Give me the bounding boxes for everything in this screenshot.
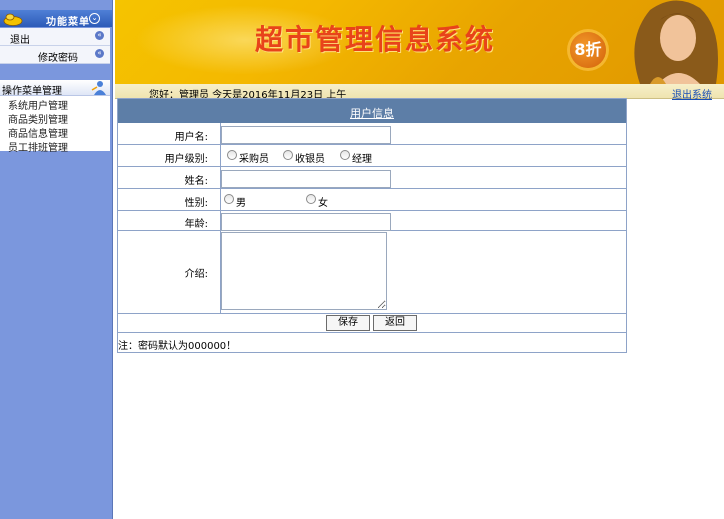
age-label: 年龄: <box>184 219 208 230</box>
sidebar-item-logout[interactable]: 退出 « <box>0 28 110 46</box>
radio-label-purchaser: 采购员 <box>239 154 269 165</box>
userlevel-label-cell: 用户级别: <box>118 145 221 166</box>
ops-menu-header[interactable]: 操作菜单管理 <box>0 80 110 97</box>
ops-menu-list: 系统用户管理 商品类别管理 商品信息管理 员工排班管理 <box>0 96 110 154</box>
save-button[interactable]: 保存 <box>326 315 370 331</box>
userlevel-label: 用户级别: <box>164 154 208 165</box>
username-label: 用户名: <box>174 132 208 143</box>
name-label: 姓名: <box>184 176 208 187</box>
discount-badge: 8折 <box>570 32 606 68</box>
intro-row: 介绍: <box>118 231 626 314</box>
sidebar-item-staff-schedule[interactable]: 员工排班管理 <box>8 139 68 154</box>
age-input[interactable] <box>221 213 391 231</box>
radio-purchaser[interactable] <box>227 150 237 160</box>
radio-label-cashier: 收银员 <box>295 154 325 165</box>
form-header: 用户信息 <box>118 99 626 123</box>
banner: 超市管理信息系统 8折 <box>115 0 724 84</box>
ops-menu-title: 操作菜单管理 <box>2 86 62 97</box>
username-row: 用户名: <box>118 123 626 145</box>
intro-label-cell: 介绍: <box>118 231 221 313</box>
radio-label-female: 女 <box>318 198 328 209</box>
exit-system-link[interactable]: 退出系统 <box>672 86 712 101</box>
change-password-link[interactable]: 修改密码 <box>38 49 78 64</box>
name-input[interactable] <box>221 170 391 188</box>
gender-label-cell: 性别: <box>118 189 221 210</box>
intro-label: 介绍: <box>184 269 208 280</box>
hand-logo-icon <box>3 13 23 26</box>
banner-title: 超市管理信息系统 <box>255 23 496 56</box>
chevron-left-icon[interactable]: « <box>95 31 104 40</box>
function-menu-header[interactable]: 功能菜单 ⌄ <box>0 10 112 28</box>
button-row: 保存 返回 <box>118 314 626 333</box>
logout-link[interactable]: 退出 <box>10 31 30 46</box>
intro-textarea[interactable] <box>221 232 387 310</box>
user-info-form: 用户信息 用户名: 用户级别: 采购员 收银员 经理 姓名: 性别: 男 女 年… <box>117 98 627 353</box>
password-note: 注：密码默认为000000！ <box>118 341 237 352</box>
radio-cashier[interactable] <box>283 150 293 160</box>
chevron-left-icon[interactable]: « <box>95 49 104 58</box>
radio-female[interactable] <box>306 194 316 204</box>
radio-label-manager: 经理 <box>352 154 372 165</box>
age-label-cell: 年龄: <box>118 211 221 230</box>
sidebar-item-product-info[interactable]: 商品信息管理 <box>8 125 68 140</box>
function-menu-title: 功能菜单 <box>46 17 90 28</box>
username-label-cell: 用户名: <box>118 123 221 144</box>
user-icon <box>91 81 106 95</box>
userlevel-row: 用户级别: 采购员 收银员 经理 <box>118 145 626 167</box>
radio-male[interactable] <box>224 194 234 204</box>
radio-label-male: 男 <box>236 198 246 209</box>
greeting-bar: 您好：管理员 今天是2016年11月23日 上午 退出系统 <box>115 84 724 101</box>
collapse-icon[interactable]: ⌄ <box>89 13 100 24</box>
gender-row: 性别: 男 女 <box>118 189 626 211</box>
name-row: 姓名: <box>118 167 626 189</box>
sidebar-item-product-categories[interactable]: 商品类别管理 <box>8 111 68 126</box>
sidebar: 功能菜单 ⌄ 退出 « 修改密码 « 操作菜单管理 系统用户管理 商品类别管理 … <box>0 0 113 519</box>
radio-manager[interactable] <box>340 150 350 160</box>
name-label-cell: 姓名: <box>118 167 221 188</box>
back-button[interactable]: 返回 <box>373 315 417 331</box>
sidebar-item-system-users[interactable]: 系统用户管理 <box>8 97 68 112</box>
gender-label: 性别: <box>184 198 208 209</box>
form-title[interactable]: 用户信息 <box>118 105 626 121</box>
age-row: 年龄: <box>118 211 626 231</box>
sidebar-item-change-password[interactable]: 修改密码 « <box>0 46 110 64</box>
username-input[interactable] <box>221 126 391 144</box>
model-photo <box>634 0 718 84</box>
